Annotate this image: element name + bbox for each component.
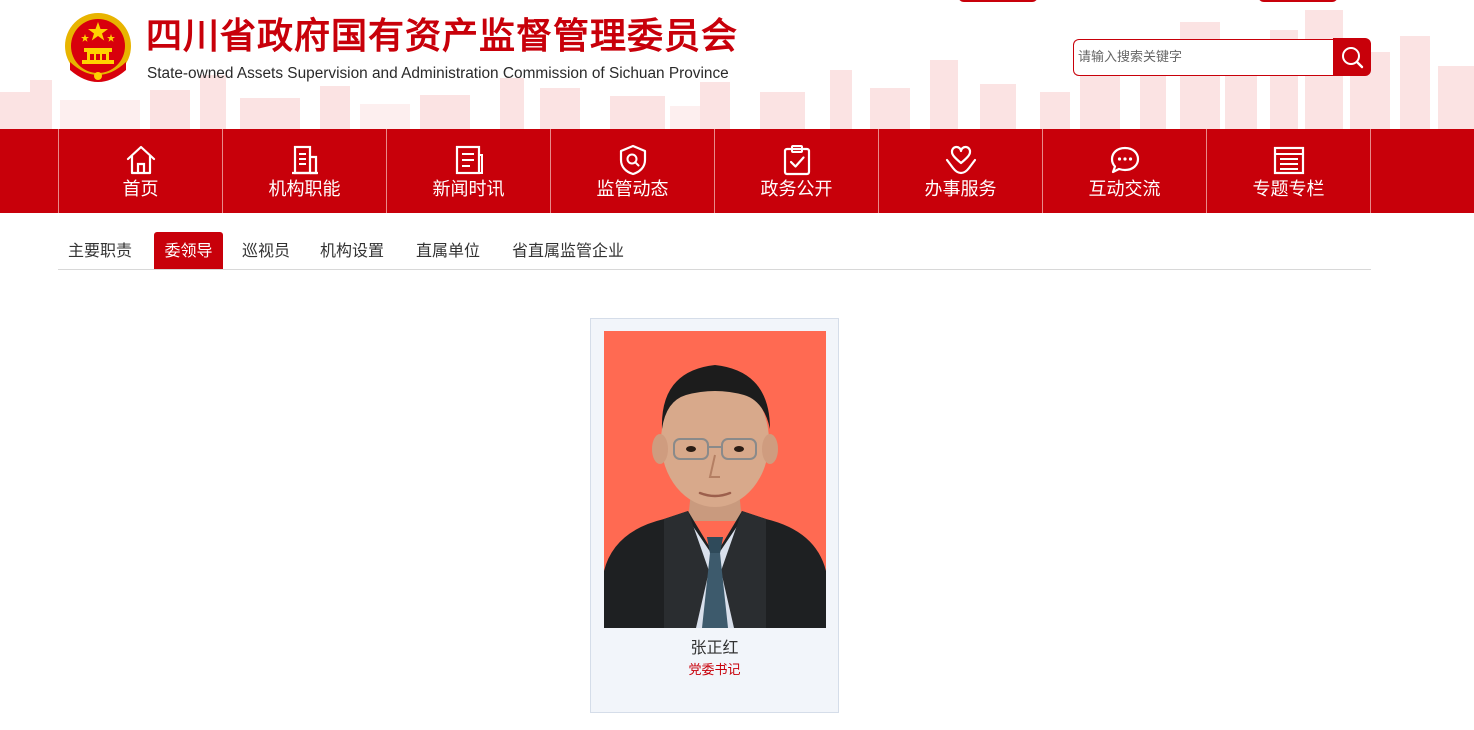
search-button[interactable] [1333, 38, 1371, 76]
chat-icon [1110, 146, 1139, 174]
nav-item-services[interactable]: 办事服务 [879, 129, 1043, 213]
heart-hand-icon [945, 145, 976, 175]
clipboard-check-icon [783, 145, 810, 176]
leader-name[interactable]: 张正红 [591, 637, 838, 659]
tab-supervised-enterprises[interactable]: 省直属监管企业 [512, 232, 624, 269]
search-icon [1342, 47, 1364, 69]
leader-card[interactable]: 张正红 党委书记 [590, 318, 839, 713]
news-icon [455, 145, 483, 175]
tab-organization[interactable]: 机构设置 [320, 232, 384, 269]
site-header: 四川省政府国有资产监督管理委员会 State-owned Assets Supe… [0, 0, 1474, 129]
national-emblem-icon [65, 13, 131, 82]
nav-item-home[interactable]: 首页 [59, 129, 223, 213]
search-box [1073, 39, 1335, 76]
tab-affiliated-units[interactable]: 直属单位 [416, 232, 480, 269]
shield-icon [619, 144, 646, 176]
nav-item-government-affairs[interactable]: 政务公开 [715, 129, 879, 213]
building-icon [291, 145, 318, 175]
nav-item-institution[interactable]: 机构职能 [223, 129, 387, 213]
nav-label: 首页 [122, 179, 159, 200]
nav-label: 机构职能 [268, 179, 341, 200]
nav-item-special-topics[interactable]: 专题专栏 [1207, 129, 1371, 213]
search-input[interactable] [1074, 40, 1335, 75]
nav-label: 新闻时讯 [432, 179, 505, 200]
nav-item-supervision[interactable]: 监管动态 [551, 129, 715, 213]
nav-item-interaction[interactable]: 互动交流 [1043, 129, 1207, 213]
top-tab-decoration [1258, 0, 1338, 2]
nav-label: 互动交流 [1088, 179, 1161, 200]
nav-label: 办事服务 [924, 179, 997, 200]
site-title: 四川省政府国有资产监督管理委员会 [146, 16, 739, 57]
nav-label: 政务公开 [760, 179, 833, 200]
nav-label: 专题专栏 [1252, 179, 1325, 200]
tab-commission-leaders[interactable]: 委领导 [154, 232, 223, 269]
top-tab-decoration [958, 0, 1038, 2]
sub-tab-bar: 主要职责 委领导 巡视员 机构设置 直属单位 省直属监管企业 [58, 232, 1371, 270]
nav-item-news[interactable]: 新闻时讯 [387, 129, 551, 213]
leader-position: 党委书记 [688, 663, 741, 678]
list-icon [1273, 146, 1304, 175]
main-nav: 首页 机构职能 新闻时讯 监管动态 政务公开 办事服务 互动交流 专题专栏 [0, 129, 1474, 213]
nav-label: 监管动态 [596, 179, 669, 200]
tab-inspectors[interactable]: 巡视员 [242, 232, 290, 269]
tab-main-duties[interactable]: 主要职责 [68, 232, 132, 269]
home-icon [126, 145, 155, 175]
portrait-image [604, 365, 826, 628]
site-subtitle-english: State-owned Assets Supervision and Admin… [147, 65, 729, 82]
leader-photo[interactable] [604, 331, 826, 628]
